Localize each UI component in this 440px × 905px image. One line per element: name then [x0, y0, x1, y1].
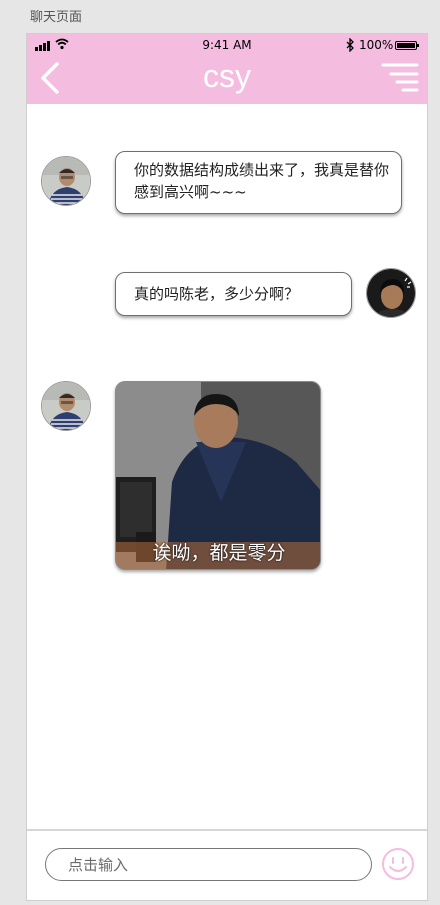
message-input[interactable]: [45, 848, 372, 881]
status-bar: 9:41 AM 100%: [27, 34, 427, 56]
message-text: 真的吗陈老，多少分啊？: [134, 285, 300, 303]
menu-icon[interactable]: [381, 62, 419, 92]
battery-percent: 100%: [359, 38, 394, 52]
image-message[interactable]: 诶呦，都是零分: [115, 381, 321, 570]
chat-title: csy: [203, 58, 251, 94]
nav-bar: csy: [27, 56, 427, 104]
message-bubble-right: 真的吗陈老，多少分啊？: [115, 272, 352, 316]
battery-icon: [395, 41, 419, 50]
page-label: 聊天页面: [30, 10, 83, 25]
message-text: 你的数据结构成绩出来了，我真是替你感到高兴啊~~~: [134, 161, 390, 201]
image-caption: 诶呦，都是零分: [152, 542, 286, 564]
message-bubble-left: 你的数据结构成绩出来了，我真是替你感到高兴啊~~~: [115, 151, 402, 214]
bluetooth-icon: [346, 38, 354, 52]
contact-avatar[interactable]: [41, 156, 91, 206]
contact-avatar[interactable]: [41, 381, 91, 431]
user-avatar[interactable]: [366, 268, 416, 318]
phone-frame: 9:41 AM 100% csy 你的数据结构成绩出来了，我真是替你感到高兴啊~…: [26, 33, 428, 901]
input-bar: [27, 829, 427, 900]
chat-area: 你的数据结构成绩出来了，我真是替你感到高兴啊~~~ 真的吗陈老，多少分啊？ 诶呦…: [27, 104, 427, 829]
emoji-icon[interactable]: [381, 847, 415, 881]
